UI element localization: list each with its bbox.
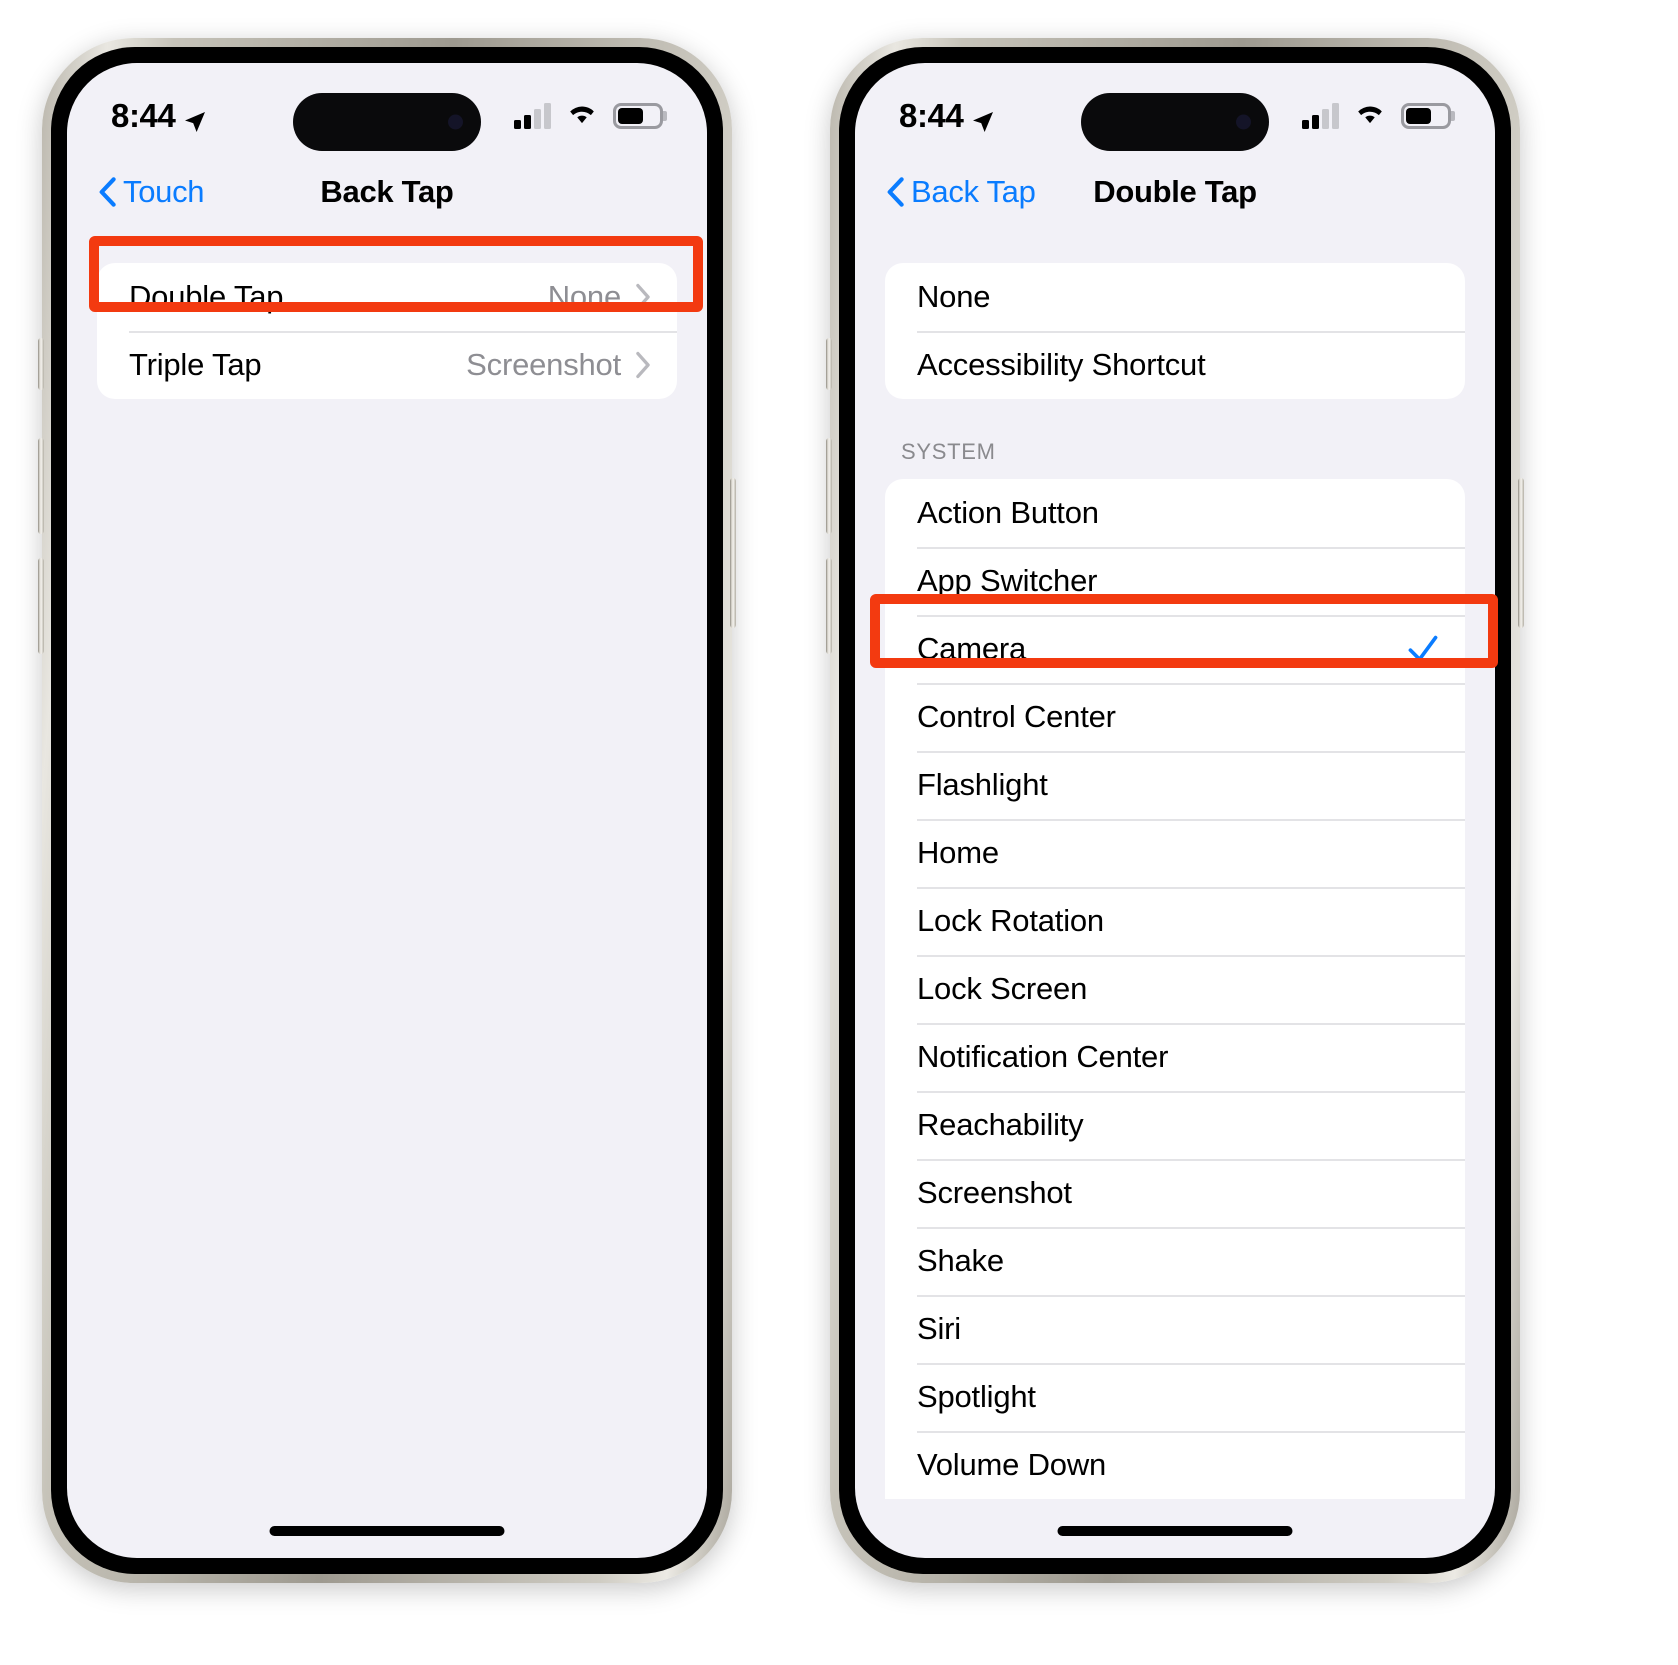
dynamic-island [1081, 93, 1269, 151]
chevron-left-icon [885, 176, 905, 208]
row-option-notification-center[interactable]: Notification Center [885, 1023, 1465, 1091]
row-label: Lock Rotation [917, 903, 1104, 938]
settings-content-right: None Accessibility Shortcut SYSTEM Actio… [855, 229, 1495, 1499]
silent-switch-button[interactable] [38, 338, 44, 390]
row-option-app-switcher[interactable]: App Switcher [885, 547, 1465, 615]
row-label: Triple Tap [129, 347, 262, 382]
status-bar-right: 8:44 [855, 63, 1495, 155]
row-value: Screenshot [466, 347, 621, 382]
row-option-lock-rotation[interactable]: Lock Rotation [885, 887, 1465, 955]
row-label: Home [917, 835, 999, 870]
volume-down-button[interactable] [826, 558, 832, 654]
battery-icon [1401, 103, 1451, 129]
row-option-control-center[interactable]: Control Center [885, 683, 1465, 751]
power-button[interactable] [730, 478, 736, 628]
front-camera-lens [448, 114, 463, 130]
row-label: Screenshot [917, 1175, 1072, 1210]
iphone-device-left: 8:44 Touch Back Tap Double Tap None Trip… [38, 38, 736, 1583]
row-label: App Switcher [917, 563, 1098, 598]
row-option-siri[interactable]: Siri [885, 1295, 1465, 1363]
device-screen-left: 8:44 Touch Back Tap Double Tap None Trip… [67, 63, 707, 1558]
back-tap-options-group: Double Tap None Triple Tap Screenshot [97, 263, 677, 399]
row-option-lock-screen[interactable]: Lock Screen [885, 955, 1465, 1023]
cellular-signal-icon [514, 103, 551, 129]
screenshot-canvas: 8:44 Touch Back Tap Double Tap None Trip… [0, 0, 1678, 1665]
row-option-action-button[interactable]: Action Button [885, 479, 1465, 547]
chevron-right-icon [635, 351, 651, 379]
row-label: Accessibility Shortcut [917, 347, 1206, 382]
row-option-shake[interactable]: Shake [885, 1227, 1465, 1295]
row-option-accessibility-shortcut[interactable]: Accessibility Shortcut [885, 331, 1465, 399]
silent-switch-button[interactable] [826, 338, 832, 390]
front-camera-lens [1236, 114, 1251, 130]
row-double-tap[interactable]: Double Tap None [97, 263, 677, 331]
volume-down-button[interactable] [38, 558, 44, 654]
row-option-camera[interactable]: Camera [885, 615, 1465, 683]
row-label: None [917, 279, 991, 314]
row-triple-tap[interactable]: Triple Tap Screenshot [97, 331, 677, 399]
volume-up-button[interactable] [826, 438, 832, 534]
chevron-right-icon [635, 283, 651, 311]
row-label: Volume Down [917, 1447, 1107, 1482]
volume-up-button[interactable] [38, 438, 44, 534]
back-button-touch[interactable]: Touch [67, 174, 205, 210]
wifi-icon [564, 100, 600, 132]
device-bezel-left: 8:44 Touch Back Tap Double Tap None Trip… [51, 47, 723, 1574]
status-time-group: 8:44 [111, 97, 207, 135]
row-label: Spotlight [917, 1379, 1036, 1414]
settings-content-left: Double Tap None Triple Tap Screenshot [67, 229, 707, 399]
location-arrow-icon [183, 104, 207, 132]
row-label: Action Button [917, 495, 1099, 530]
dynamic-island [293, 93, 481, 151]
row-label: Camera [917, 631, 1027, 666]
navigation-bar-right: Back Tap Double Tap [855, 155, 1495, 229]
location-arrow-icon [971, 104, 995, 132]
battery-icon [613, 103, 663, 129]
section-header-system: SYSTEM [901, 439, 996, 464]
wifi-icon [1352, 100, 1388, 132]
row-option-volume-down[interactable]: Volume Down [885, 1431, 1465, 1499]
row-option-home[interactable]: Home [885, 819, 1465, 887]
row-option-reachability[interactable]: Reachability [885, 1091, 1465, 1159]
checkmark-icon [1407, 633, 1439, 665]
back-button-back-tap[interactable]: Back Tap [855, 174, 1036, 210]
row-label: Lock Screen [917, 971, 1088, 1006]
row-value: None [547, 279, 622, 314]
row-option-none[interactable]: None [885, 263, 1465, 331]
status-indicators-right [1302, 100, 1451, 132]
back-button-label: Back Tap [911, 174, 1036, 209]
power-button[interactable] [1518, 478, 1524, 628]
status-time: 8:44 [111, 97, 176, 134]
status-bar-left: 8:44 [67, 63, 707, 155]
status-time: 8:44 [899, 97, 964, 134]
row-label: Double Tap [129, 279, 284, 314]
home-indicator-right [1057, 1526, 1293, 1536]
device-bezel-right: 8:44 Back Tap Double Tap None Accessibil… [839, 47, 1511, 1574]
row-label: Flashlight [917, 767, 1048, 802]
row-option-spotlight[interactable]: Spotlight [885, 1363, 1465, 1431]
device-screen-right: 8:44 Back Tap Double Tap None Accessibil… [855, 63, 1495, 1558]
back-button-label: Touch [123, 174, 205, 209]
row-option-screenshot[interactable]: Screenshot [885, 1159, 1465, 1227]
chevron-left-icon [97, 176, 117, 208]
iphone-device-right: 8:44 Back Tap Double Tap None Accessibil… [826, 38, 1524, 1583]
home-indicator-left [269, 1526, 505, 1536]
row-label: Control Center [917, 699, 1116, 734]
system-options-group: Action Button App Switcher Camera Contro… [885, 479, 1465, 1499]
default-options-group: None Accessibility Shortcut [885, 263, 1465, 399]
row-label: Shake [917, 1243, 1004, 1278]
status-indicators-left [514, 100, 663, 132]
row-option-flashlight[interactable]: Flashlight [885, 751, 1465, 819]
navigation-bar-left: Touch Back Tap [67, 155, 707, 229]
row-label: Reachability [917, 1107, 1084, 1142]
row-label: Siri [917, 1311, 961, 1346]
status-time-group: 8:44 [899, 97, 995, 135]
cellular-signal-icon [1302, 103, 1339, 129]
row-label: Notification Center [917, 1039, 1169, 1074]
